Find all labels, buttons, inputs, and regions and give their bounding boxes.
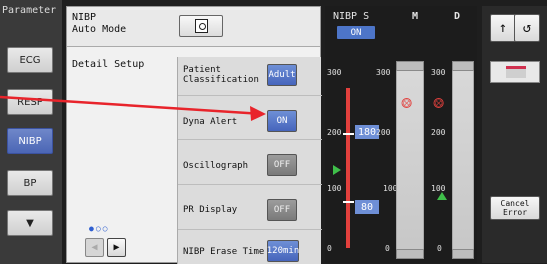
camera-icon [195, 19, 208, 33]
divider [178, 184, 322, 185]
d-tick-300: 300 [431, 68, 446, 77]
patient-classification-button[interactable]: Adult [267, 64, 297, 86]
pr-display-button[interactable]: OFF [267, 199, 297, 221]
s-tick-100: 100 [327, 184, 342, 193]
divider [178, 139, 322, 140]
s-alarm-range-bar [346, 88, 350, 248]
divider [178, 229, 322, 230]
sidebar-item-ecg[interactable]: ECG [7, 47, 53, 73]
settings-list: Patient Classification Adult Dyna Alert … [177, 57, 322, 264]
d-alarm-track[interactable] [452, 61, 474, 256]
section-title: Detail Setup [72, 59, 145, 70]
sidebar-item-nibp[interactable]: NIBP [7, 128, 53, 154]
status-badge[interactable]: ON [337, 26, 375, 39]
nibp-erase-time-button[interactable]: 120min [267, 240, 299, 262]
nibp-erase-time-label: NIBP Erase Time [183, 247, 265, 257]
pr-display-label: PR Display [183, 205, 238, 215]
m-tick-300: 300 [376, 68, 391, 77]
nibp-s-header: NIBP S [333, 11, 370, 22]
current-value-marker-icon [333, 165, 341, 175]
d-upper-cap[interactable] [452, 61, 474, 71]
nibp-m-header: M [412, 11, 419, 22]
s-tick-0: 0 [327, 244, 332, 253]
lower-limit-bracket [343, 201, 354, 203]
dyna-alert-label: Dyna Alert [183, 117, 238, 127]
upper-limit-bracket [343, 133, 354, 135]
m-tick-200: 200 [376, 128, 391, 137]
d-tick-200: 200 [431, 128, 446, 137]
m-alarm-track[interactable] [396, 61, 424, 256]
sidebar-scroll-down-button[interactable]: ▼ [7, 210, 53, 236]
alarm-off-icon: ⨷ [433, 96, 445, 112]
nibp-d-header: D [454, 11, 461, 22]
m-lower-cap[interactable] [396, 249, 424, 259]
oscillograph-button[interactable]: OFF [267, 154, 297, 176]
sidebar-item-resp[interactable]: RESP [7, 89, 53, 115]
divider [178, 95, 322, 96]
back-button[interactable]: ↺ [514, 14, 540, 42]
s-tick-300: 300 [327, 68, 342, 77]
next-page-button[interactable]: ▶ [107, 238, 126, 257]
dyna-alert-button[interactable]: ON [267, 110, 297, 132]
m-upper-cap[interactable] [396, 61, 424, 71]
cancel-error-button[interactable]: Cancel Error [490, 196, 540, 220]
alarm-off-icon: ⨷ [401, 96, 413, 112]
detail-setup-panel: NIBP Auto Mode Detail Setup Patient Clas… [66, 6, 322, 264]
oscillograph-label: Oscillograph [183, 161, 249, 171]
up-button[interactable]: ↑ [490, 14, 516, 42]
s-tick-200: 200 [327, 128, 342, 137]
d-lower-cap[interactable] [452, 249, 474, 259]
header-row: NIBP Auto Mode [67, 7, 320, 47]
sidebar-item-bp[interactable]: BP [7, 170, 53, 196]
page-title: NIBP Auto Mode [72, 12, 127, 35]
patient-classification-label: Patient Classification [183, 65, 259, 85]
d-tick-0: 0 [437, 244, 442, 253]
sidebar-title: Parameter [2, 5, 57, 16]
right-toolbar: ↑ ↺ Cancel Error [482, 6, 547, 263]
previous-page-button[interactable]: ◀ [85, 238, 104, 257]
m-tick-0: 0 [385, 244, 390, 253]
graph-icon [506, 66, 526, 78]
page-indicator: ●○○ [89, 224, 110, 233]
alarm-graph-button[interactable] [490, 61, 540, 83]
current-value-marker-icon [437, 192, 447, 200]
parameter-sidebar: Parameter ECG RESP NIBP BP ▼ [0, 0, 62, 264]
nibp-alarm-panel: NIBP S M D ON 300 200 100 0 180 80 300 2… [325, 6, 477, 263]
lower-limit-value[interactable]: 80 [355, 200, 379, 214]
screenshot-button[interactable] [179, 15, 223, 37]
